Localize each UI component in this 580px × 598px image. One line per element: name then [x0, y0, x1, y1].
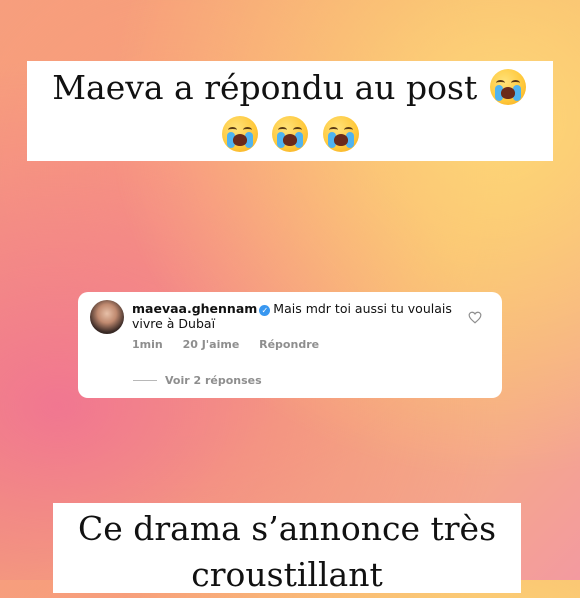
crying-face-icon	[489, 69, 526, 105]
verified-badge-icon: ✓	[259, 305, 271, 316]
view-replies[interactable]: Voir 2 réponses	[133, 374, 262, 387]
comment-meta: 1min 20 J'aime Répondre	[132, 338, 335, 351]
heart-icon[interactable]	[468, 311, 482, 324]
view-replies-label[interactable]: Voir 2 réponses	[165, 374, 262, 387]
avatar[interactable]	[90, 300, 124, 334]
crying-face-icon	[322, 116, 359, 152]
crying-face-icon	[272, 116, 308, 152]
replies-divider	[133, 380, 157, 381]
caption-top-emojis	[27, 113, 553, 157]
comment-time: 1min	[132, 338, 163, 351]
caption-top-line: Maeva a répondu au post	[27, 63, 553, 113]
comment-card: maevaa.ghennam ✓ Mais mdr toi aussi tu vou…	[78, 292, 502, 398]
reply-button[interactable]: Répondre	[259, 338, 319, 351]
crying-face-icon	[221, 116, 258, 152]
caption-top-text: Maeva a répondu au post	[52, 68, 478, 107]
comment-username[interactable]: maevaa.ghennam	[132, 301, 257, 316]
caption-bottom-text: Ce drama s’annonce très croustillant	[77, 509, 497, 594]
comment-likes[interactable]: 20 J'aime	[183, 338, 240, 351]
caption-top: Maeva a répondu au post	[27, 61, 553, 161]
comment-body: maevaa.ghennam ✓ Mais mdr toi aussi tu vou…	[132, 301, 452, 331]
